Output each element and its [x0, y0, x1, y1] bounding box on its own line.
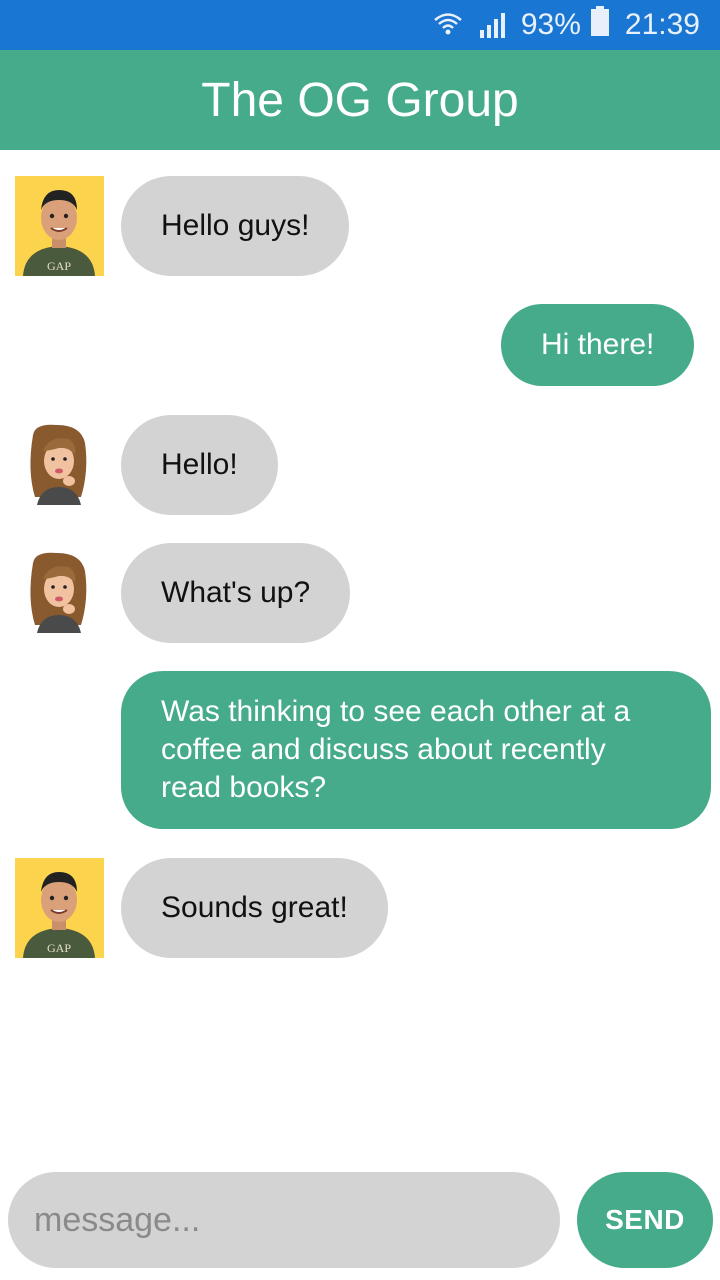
battery-percent: 93%: [520, 8, 581, 41]
message-text: What's up?: [161, 576, 311, 609]
wifi-icon: [433, 10, 463, 40]
message-text: Hello guys!: [161, 209, 310, 242]
male-avatar[interactable]: GAP: [15, 176, 104, 276]
svg-text:GAP: GAP: [47, 941, 71, 955]
composer: SEND: [0, 1160, 720, 1280]
battery-icon: [590, 6, 609, 44]
female-avatar[interactable]: [15, 415, 104, 515]
message-input[interactable]: [8, 1172, 560, 1268]
svg-text:GAP: GAP: [47, 259, 71, 273]
message-bubble-incoming[interactable]: Hello guys!: [121, 176, 350, 276]
message-bubble-incoming[interactable]: Hello!: [121, 415, 278, 515]
status-bar: 93% 21:39: [0, 0, 720, 50]
message-text: Hello!: [161, 448, 238, 481]
message-list[interactable]: GAP Hello guys! Hi there! Hello! What's …: [0, 150, 720, 1160]
message-text: Hi there!: [541, 328, 655, 361]
app-bar: The OG Group: [0, 50, 720, 150]
clock: 21:39: [624, 8, 700, 41]
page-title: The OG Group: [201, 73, 519, 127]
female-avatar[interactable]: [15, 543, 104, 643]
message-bubble-incoming[interactable]: What's up?: [121, 543, 351, 643]
send-button[interactable]: SEND: [577, 1172, 713, 1268]
message-text: Was thinking to see each other at a coff…: [161, 695, 631, 804]
signal-icon: [477, 10, 507, 40]
male-avatar[interactable]: GAP: [15, 858, 104, 958]
message-text: Sounds great!: [161, 891, 348, 924]
message-bubble-outgoing[interactable]: Hi there!: [501, 304, 695, 386]
message-bubble-outgoing[interactable]: Was thinking to see each other at a coff…: [121, 671, 711, 829]
message-bubble-incoming[interactable]: Sounds great!: [121, 858, 388, 958]
